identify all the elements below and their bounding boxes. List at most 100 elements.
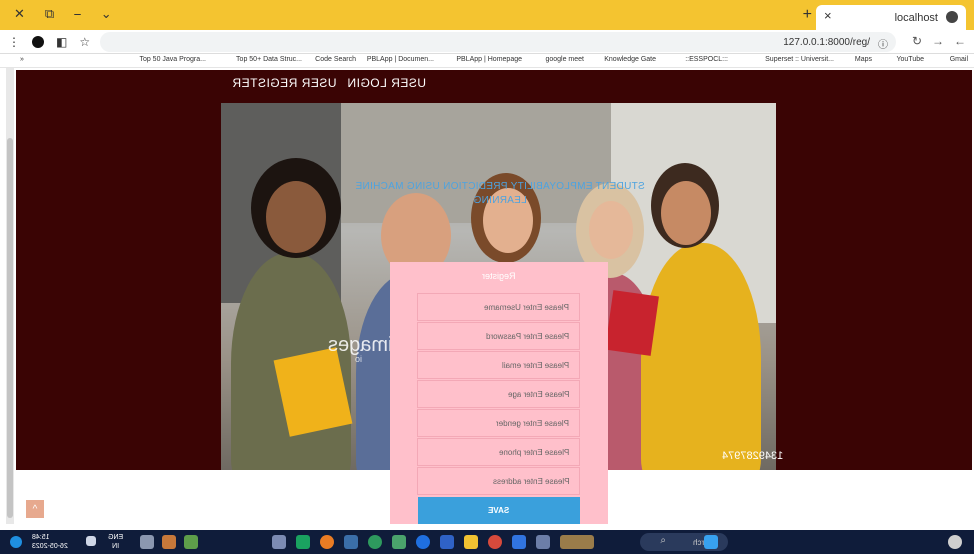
scrollbar[interactable]	[6, 68, 14, 524]
app-icon-6[interactable]	[392, 535, 406, 549]
app-icon-1[interactable]	[272, 535, 286, 549]
clock-date: 26-05-2023	[32, 543, 68, 550]
menu-user-register[interactable]: USER REGISTER	[232, 76, 337, 90]
browser-toolbar: ⋮ ◧ ☆ ⇪ ⌕ 127.0.0.1:8000/reg/ ⓘ ↻ → ←	[0, 30, 974, 54]
tray-icon-1[interactable]	[140, 535, 154, 549]
globe-icon	[946, 11, 958, 23]
forward-icon[interactable]: →	[932, 34, 944, 48]
bookmark-java-programs[interactable]: Top 50 Java Progra...	[139, 56, 206, 63]
tray-icon-3[interactable]	[184, 535, 198, 549]
gender-input[interactable]: Please Enter gender	[417, 409, 580, 437]
arrow-up-icon: ^	[32, 503, 38, 515]
taskbar: 15:48 26-05-2023 ENG IN Search ⌕	[0, 530, 974, 554]
bookmarks-overflow[interactable]: »	[20, 56, 24, 63]
bookmark-essp[interactable]: ::ESSPOCL:::	[685, 56, 728, 63]
search-icon: ⌕	[660, 535, 666, 546]
bookmark-knowledge-gate[interactable]: Knowledge Gate	[604, 56, 656, 63]
back-icon[interactable]: ←	[954, 34, 966, 48]
photo-person-5	[641, 243, 761, 470]
phone-input[interactable]: Please Enter phone	[417, 438, 580, 466]
weather-widget-icon[interactable]	[560, 535, 594, 549]
url-text: 127.0.0.1:8000/reg/	[783, 36, 870, 48]
notification-icon[interactable]	[10, 536, 22, 548]
navigation-buttons: ↻ → ←	[912, 34, 966, 48]
gender-placeholder: Please Enter gender	[496, 418, 569, 428]
app-icon-5[interactable]	[368, 535, 382, 549]
lang-bottom: IN	[112, 543, 120, 550]
photo-face-5	[661, 181, 711, 245]
app-icon-3[interactable]	[320, 535, 334, 549]
form-title-text: Register	[482, 271, 516, 281]
address-bar[interactable]: 127.0.0.1:8000/reg/ ⓘ	[100, 32, 896, 52]
password-placeholder: Please Enter Password	[485, 331, 569, 341]
maximize-window-icon[interactable]: ⧉	[45, 6, 54, 22]
tab-list-chevron-icon[interactable]: ⌄	[101, 6, 112, 22]
watermark-sub: io	[355, 354, 362, 364]
star-icon[interactable]: ☆	[79, 35, 90, 49]
lang-top: ENG	[108, 534, 124, 541]
folder-icon[interactable]	[464, 535, 478, 549]
email-input[interactable]: Please Enter email	[417, 351, 580, 379]
image-id: 1349287974	[722, 450, 783, 462]
bookmark-data-structures[interactable]: Top 50+ Data Struc...	[236, 56, 302, 63]
bookmark-superset[interactable]: Superset :: Universit...	[765, 56, 834, 63]
taskbar-clock[interactable]: 15:48 26-05-2023	[32, 533, 68, 551]
bookmark-maps[interactable]: Maps	[855, 56, 872, 63]
bookmark-google-meet[interactable]: google meet	[545, 56, 584, 63]
scroll-to-top-button[interactable]: ^	[26, 500, 44, 518]
close-tab-icon[interactable]: ×	[824, 8, 832, 23]
top-menu: USER REGISTER USER LOGIN	[232, 76, 426, 90]
minimize-window-icon[interactable]: ⎯	[74, 6, 81, 22]
photo-red-folder	[605, 290, 659, 356]
sidebar-icon[interactable]: ◧	[56, 35, 67, 49]
photo-face-4	[589, 201, 633, 259]
browser-tab-bar: ✕ ⧉ ⎯ ⌄ + × localhost	[0, 0, 974, 30]
password-input[interactable]: Please Enter Password	[417, 322, 580, 350]
username-placeholder: Please Enter Username	[484, 302, 569, 312]
phone-placeholder: Please Enter phone	[498, 447, 569, 457]
profile-avatar-icon[interactable]	[32, 35, 44, 48]
age-input[interactable]: Please Enter age	[417, 380, 580, 408]
save-button[interactable]: SAVE	[418, 497, 580, 524]
window-controls: ✕ ⧉ ⎯ ⌄	[14, 6, 112, 22]
weather-icon[interactable]	[948, 535, 962, 549]
username-input[interactable]: Please Enter Username	[417, 293, 580, 321]
page-heading: STUDENT EMPLOYABILITY PREDICTION USING M…	[340, 180, 660, 208]
bookmark-pblapp-docs[interactable]: PBLApp | Documen...	[367, 56, 434, 63]
close-window-icon[interactable]: ✕	[14, 6, 25, 22]
age-placeholder: Please Enter age	[507, 389, 569, 399]
tray-icon-2[interactable]	[162, 535, 176, 549]
scrollbar-thumb[interactable]	[7, 138, 13, 518]
bookmark-youtube[interactable]: YouTube	[896, 56, 924, 63]
photo-face-1	[266, 181, 326, 253]
bookmarks-bar: Gmail YouTube Maps Superset :: Universit…	[0, 54, 974, 68]
form-title: Register	[390, 271, 608, 281]
email-placeholder: Please Enter email	[501, 360, 569, 370]
address-input[interactable]: Please Enter address	[417, 467, 580, 495]
bookmark-gmail[interactable]: Gmail	[950, 56, 968, 63]
app-icon-7[interactable]	[416, 535, 430, 549]
app-icon-2[interactable]	[296, 535, 310, 549]
menu-dots-icon[interactable]: ⋮	[8, 35, 20, 49]
address-placeholder: Please Enter address	[492, 476, 570, 486]
start-icon[interactable]	[704, 535, 718, 549]
app-icon-4[interactable]	[344, 535, 358, 549]
reload-icon[interactable]: ↻	[912, 34, 922, 48]
chrome-icon[interactable]	[488, 535, 502, 549]
app-icon-9[interactable]	[512, 535, 526, 549]
app-icon-8[interactable]	[440, 535, 454, 549]
bookmark-pblapp-home[interactable]: PBLApp | Homepage	[456, 56, 522, 63]
app-icon-10[interactable]	[536, 535, 550, 549]
menu-user-login[interactable]: USER LOGIN	[347, 76, 426, 90]
save-button-label: SAVE	[488, 506, 510, 515]
image-id-label: 1349287974	[722, 450, 784, 462]
heading-text: STUDENT EMPLOYABILITY PREDICTION USING M…	[355, 181, 645, 206]
watermark-sub-label: io	[355, 354, 363, 364]
new-tab-button[interactable]: +	[803, 6, 812, 24]
browser-tab[interactable]: × localhost	[816, 5, 966, 30]
info-icon[interactable]: ⓘ	[878, 36, 888, 51]
clock-time: 15:48	[32, 534, 50, 541]
bookmark-code-search[interactable]: Code Search	[315, 56, 356, 63]
language-indicator[interactable]: ENG IN	[108, 533, 123, 551]
battery-icon[interactable]	[86, 536, 96, 546]
